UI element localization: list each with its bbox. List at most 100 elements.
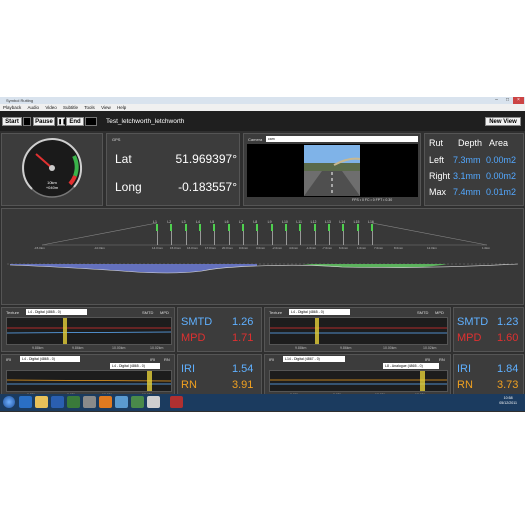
sensor-marker[interactable] [170, 224, 173, 231]
distance-label: -15.0km [34, 246, 45, 250]
sensor-marker[interactable] [256, 224, 259, 231]
word-icon[interactable] [51, 396, 64, 408]
rut-max-label: Max [429, 187, 447, 197]
sensor-beam [357, 231, 359, 245]
sensor-beam [243, 231, 244, 245]
texture-left-tick-4: 10.02km [150, 346, 164, 350]
sensor-marker[interactable] [299, 224, 302, 231]
transverse-profile-panel: L1 L2 L3 L4 L5 L6 L7 L8 L9 L10 L11 L12 L13 L14 L15 L16 … [1, 208, 524, 305]
gps-label: GPS [112, 137, 121, 142]
iri-right-select[interactable]: L14 - Digital (4867 - 0) [283, 356, 345, 362]
texture-right-values: SMTD 1.23 MPD 1.60 [453, 307, 524, 352]
camera-stats: FPS • 0 FC • 0 FPT • 0.30 [352, 198, 393, 202]
texture-right-legend-smtd: SMTD [417, 310, 429, 315]
excel-icon[interactable] [67, 396, 80, 408]
sensor-beam [171, 231, 172, 245]
sensor-marker[interactable] [156, 224, 158, 231]
sensor-marker[interactable] [213, 224, 216, 231]
new-view-button[interactable]: New View [485, 117, 521, 126]
app-icon-3[interactable] [131, 396, 144, 408]
rut-max-area: 0.01m2 [486, 187, 517, 197]
sensor-beam [329, 231, 330, 245]
distance-label: 3.0mm [256, 246, 266, 250]
texture-left-chart [6, 317, 172, 345]
app-icon-1[interactable] [83, 396, 96, 408]
app-icon-2[interactable] [115, 396, 128, 408]
texture-right-legend-mpd: MPD [435, 310, 444, 315]
end-button[interactable]: End [66, 117, 84, 126]
sensor-marker[interactable] [371, 224, 373, 231]
ie-icon[interactable] [19, 396, 32, 408]
smtd-right-value: 1.23 [497, 316, 519, 328]
folder-icon[interactable] [35, 396, 48, 408]
gps-panel: GPS Lat 51.969397° Long -0.183557° [106, 133, 240, 206]
area-header: Area [489, 138, 509, 148]
sensor-marker[interactable] [313, 224, 316, 231]
sensor-marker[interactable] [270, 224, 273, 231]
sensor-marker[interactable] [184, 224, 187, 231]
iri-right-select-2[interactable]: L8 - Analogue (4865 - 0) [383, 363, 439, 369]
camera-panel: Camera cam FPS • 0 FC • 0 FPT • 0.30 [243, 133, 421, 206]
iri-left-lines [6, 371, 172, 391]
system-clock[interactable]: 10:58 05/12/2011 [499, 396, 517, 406]
sensor-marker[interactable] [227, 224, 230, 231]
depth-header: Depth [458, 138, 483, 148]
start-button[interactable]: Start [2, 117, 22, 126]
menu-help[interactable]: Help [117, 105, 126, 110]
distance-label: 17.0mm [205, 246, 216, 250]
camera-label: Camera [248, 137, 263, 142]
firefox-icon[interactable] [99, 396, 112, 408]
menu-subtitle[interactable]: Subtitle [63, 105, 78, 110]
texture-right-lines [270, 318, 447, 344]
texture-right-tick-1: 9.88km [295, 346, 307, 350]
sensor-marker[interactable] [242, 224, 244, 231]
texture-right-chart [269, 317, 448, 345]
minimize-icon[interactable]: – [491, 97, 502, 104]
distance-label: -7.0mm [322, 246, 333, 250]
pause-button[interactable]: Pause [33, 117, 55, 126]
camera-select[interactable]: cam [266, 136, 418, 142]
texture-left-panel: Texture L4 - Digital (4865 - 0) SMTD MPD… [1, 307, 175, 352]
distance-label: 14.0mm [152, 246, 163, 250]
menu-audio[interactable]: Audio [28, 105, 40, 110]
sensor-beam [228, 231, 230, 245]
sensor-marker[interactable] [342, 224, 345, 231]
texture-left-legend-mpd: MPD [160, 310, 169, 315]
menu-tools[interactable]: Tools [84, 105, 95, 110]
distance-label: 8.0mm [394, 246, 404, 250]
iri-left-legend-iri: IRI [150, 357, 156, 362]
start-orb-icon[interactable] [3, 396, 15, 408]
mpd-right-label: MPD [457, 332, 482, 344]
taskbar: 10:58 05/12/2011 [0, 394, 525, 411]
iri-left-select[interactable]: L4 - Digital (4865 - 0) [20, 356, 80, 362]
sensor-beam [286, 231, 287, 245]
texture-left-select[interactable]: L4 - Digital (4865 - 0) [26, 309, 87, 315]
camera-feed [247, 144, 418, 197]
menu-playback[interactable]: Playback [3, 105, 21, 110]
texture-right-select[interactable]: L4 - Digital (4865 - 0) [289, 309, 350, 315]
menu-view[interactable]: View [101, 105, 111, 110]
distance-label: 6.0mm [339, 246, 349, 250]
sensor-marker[interactable] [199, 224, 201, 231]
window-titlebar[interactable]: Symbol Rutting – □ × [0, 97, 525, 104]
texture-left-lines [6, 318, 172, 344]
iri-left-select-2[interactable]: L4 - Digital (4865 - 0) [110, 363, 160, 369]
sensor-marker[interactable] [328, 224, 330, 231]
sensor-marker[interactable] [356, 224, 359, 231]
sensor-beam [257, 231, 258, 245]
texture-left-tick-1: 9.88km [32, 346, 44, 350]
close-icon[interactable]: × [513, 97, 524, 104]
iri-left-values: IRI 1.54 RN 3.91 [177, 354, 262, 399]
end-indicator [85, 117, 97, 126]
texture-right-title: Texture [269, 310, 283, 315]
road-image [304, 145, 360, 196]
app-icon-4[interactable] [147, 396, 160, 408]
session-title: Test_letchworth_letchworth [106, 118, 185, 125]
texture-left-tick-2: 9.86km [72, 346, 84, 350]
menu-video[interactable]: Video [45, 105, 56, 110]
pause-icon[interactable]: ❚❚ [57, 117, 66, 126]
rn-right-value: 3.73 [497, 379, 519, 391]
app-icon-5[interactable] [170, 396, 183, 408]
sensor-marker[interactable] [285, 224, 287, 231]
maximize-icon[interactable]: □ [502, 97, 513, 104]
